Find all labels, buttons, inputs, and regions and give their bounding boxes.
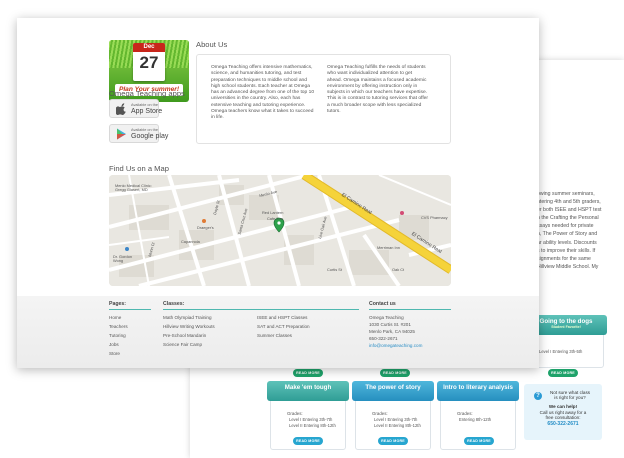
footer-link-home[interactable]: Home bbox=[109, 315, 121, 320]
about-line: tutors. bbox=[327, 108, 341, 114]
footer-link-jobs[interactable]: Jobs bbox=[109, 342, 119, 347]
about-line: a much broader scope with less specializ… bbox=[327, 102, 422, 108]
body-line: ssays needed for private bbox=[537, 223, 594, 230]
play-icon bbox=[115, 128, 127, 140]
footer-link-teachers[interactable]: Teachers bbox=[109, 324, 128, 329]
class-card-going-to-the-dogs[interactable]: Going to the dogs Student Favorite! Leve… bbox=[525, 315, 607, 368]
about-line: This is in contrast to tutoring services… bbox=[327, 96, 429, 102]
body-line: signments for the same bbox=[537, 255, 591, 262]
map-label: CVS Pharmacy bbox=[421, 215, 448, 220]
footer: Pages: Home Teachers Tutoring Jobs Store… bbox=[17, 296, 539, 368]
contact-name: Omega Teaching bbox=[369, 315, 404, 320]
footer-link-class[interactable]: Math Olympiad Training bbox=[163, 315, 212, 320]
card-title: Going to the dogs bbox=[539, 318, 593, 325]
store-name: Google play bbox=[131, 133, 169, 140]
about-column-1: Omega Teaching offers intensive mathemat… bbox=[211, 65, 321, 121]
footer-divider bbox=[109, 309, 151, 310]
google-play-button[interactable]: Available on the Google play bbox=[109, 124, 168, 143]
card-level: Level I Entering 3th-7th bbox=[289, 417, 333, 422]
card-level: Level I Entering 3th-7th bbox=[374, 417, 418, 422]
store-small-text: Available on the bbox=[131, 128, 158, 132]
footer-link-class[interactable]: Hillview Writing Workouts bbox=[163, 324, 215, 329]
body-line: er both ISEE and HSPT test bbox=[537, 207, 602, 214]
map-label: Dr. Gordon Wong bbox=[113, 254, 133, 264]
body-line: ar ability levels. Discounts bbox=[537, 239, 597, 246]
about-line: extensive teaching and tutoring experien… bbox=[211, 102, 306, 108]
footer-classes-heading: Classes: bbox=[163, 301, 185, 307]
calendar-day: 27 bbox=[139, 53, 159, 72]
store-name: App Store bbox=[131, 108, 163, 115]
map[interactable]: Menlo Medical Clinic: Gregg Glasert, MD … bbox=[109, 175, 451, 286]
card-title: Make 'em tough bbox=[267, 381, 349, 401]
about-line: preparation techniques to middle school … bbox=[211, 77, 307, 83]
about-line: in life. bbox=[211, 115, 224, 120]
map-label: Cafe Zoe bbox=[267, 216, 284, 221]
footer-pages-heading: Pages: bbox=[109, 301, 127, 307]
about-line: Omega teachers know what it takes to suc… bbox=[211, 108, 314, 114]
calendar-month: Dec bbox=[133, 43, 165, 52]
read-more-button[interactable]: READ MORE bbox=[380, 369, 410, 377]
card-grades-label: Grades: bbox=[457, 411, 473, 416]
body-line: n the Crafting the Personal bbox=[537, 215, 599, 222]
about-heading: About Us bbox=[196, 40, 228, 49]
help-question: is right for you? bbox=[554, 395, 586, 401]
footer-link-class[interactable]: Science Fair Camp bbox=[163, 342, 202, 347]
read-more-button[interactable]: READ MORE bbox=[293, 437, 323, 445]
card-grades-label: Grades: bbox=[287, 411, 303, 416]
footer-divider bbox=[163, 309, 359, 310]
about-box: Omega Teaching offers intensive mathemat… bbox=[196, 54, 451, 144]
footer-link-tutoring[interactable]: Tutoring bbox=[109, 333, 126, 338]
card-level: Level II Entering 8th-12th bbox=[374, 423, 421, 428]
main-page: Dec 27 Plan Your summer! Omega Teaching … bbox=[17, 18, 539, 368]
about-column-2: Omega Teaching fulfills the needs of stu… bbox=[327, 65, 437, 115]
card-title: Intro to literary analysis bbox=[437, 381, 519, 401]
footer-contact-heading: Contact us bbox=[369, 301, 396, 307]
help-box: ? Not sure what class is right for you? … bbox=[524, 384, 602, 440]
card-grades-label: Grades: bbox=[372, 411, 388, 416]
body-line: Hillview Middle School. My bbox=[537, 263, 599, 270]
apps-heading: Omega Teaching apps bbox=[109, 89, 185, 98]
footer-link-class[interactable]: Pre-School Mandarin bbox=[163, 333, 206, 338]
footer-link-class[interactable]: SAT and ACT Preparation bbox=[257, 324, 310, 329]
contact-city: Menlo Park, CA 94025 bbox=[369, 329, 415, 334]
map-label: Draeger's bbox=[197, 225, 214, 230]
store-small-text: Available on the bbox=[131, 103, 158, 107]
about-line: ahead. Omega maintains a focused academi… bbox=[327, 77, 427, 83]
contact-phone: 650-322-2671 bbox=[369, 336, 398, 341]
body-line: ntering 4th and 5th graders, bbox=[537, 199, 601, 206]
map-heading: Find Us on a Map bbox=[109, 164, 169, 173]
read-more-button[interactable]: READ MORE bbox=[378, 437, 408, 445]
map-street-label: Oak Ct bbox=[392, 267, 405, 272]
body-line: owing summer seminars, bbox=[537, 191, 595, 197]
body-line: h, The Power of Story and bbox=[537, 231, 598, 238]
footer-divider bbox=[369, 309, 451, 310]
read-more-button[interactable]: READ MORE bbox=[293, 369, 323, 377]
card-level: Entering 8th-12th bbox=[459, 417, 492, 422]
map-street-label: Curtis St bbox=[327, 267, 342, 272]
help-phone[interactable]: 650-322-2671 bbox=[524, 421, 602, 427]
footer-link-store[interactable]: Store bbox=[109, 351, 120, 356]
read-more-button[interactable]: READ MORE bbox=[464, 437, 494, 445]
map-label: Merriman Inn bbox=[377, 245, 400, 250]
contact-email-link[interactable]: info@omegateaching.com bbox=[369, 343, 422, 348]
calendar-icon: Dec 27 bbox=[133, 43, 165, 81]
footer-link-class[interactable]: ISEE and HSPT Classes bbox=[257, 315, 307, 320]
card-level: Level I Entering 3th-5th bbox=[539, 349, 583, 354]
background-body-text: owing summer seminars, ntering 4th and 5… bbox=[537, 190, 624, 271]
card-level: Level II Entering 8th-12th bbox=[289, 423, 336, 428]
app-store-button[interactable]: Available on the App Store bbox=[109, 99, 163, 118]
map-label: Menlo Medical Clinic: Gregg Glasert, MD bbox=[115, 183, 152, 193]
help-callout: free consultation: bbox=[545, 415, 581, 421]
read-more-button[interactable]: READ MORE bbox=[548, 369, 578, 377]
footer-link-class[interactable]: Summer Classes bbox=[257, 333, 292, 338]
question-icon: ? bbox=[534, 392, 542, 400]
map-label: Capannola bbox=[181, 239, 200, 244]
body-line: s to improve their skills. If bbox=[537, 247, 596, 254]
apple-icon bbox=[114, 103, 127, 115]
contact-address: 1030 Curtis St. #201 bbox=[369, 322, 411, 327]
map-label: Red Lantern bbox=[262, 210, 284, 215]
card-title: The power of story bbox=[352, 381, 434, 401]
